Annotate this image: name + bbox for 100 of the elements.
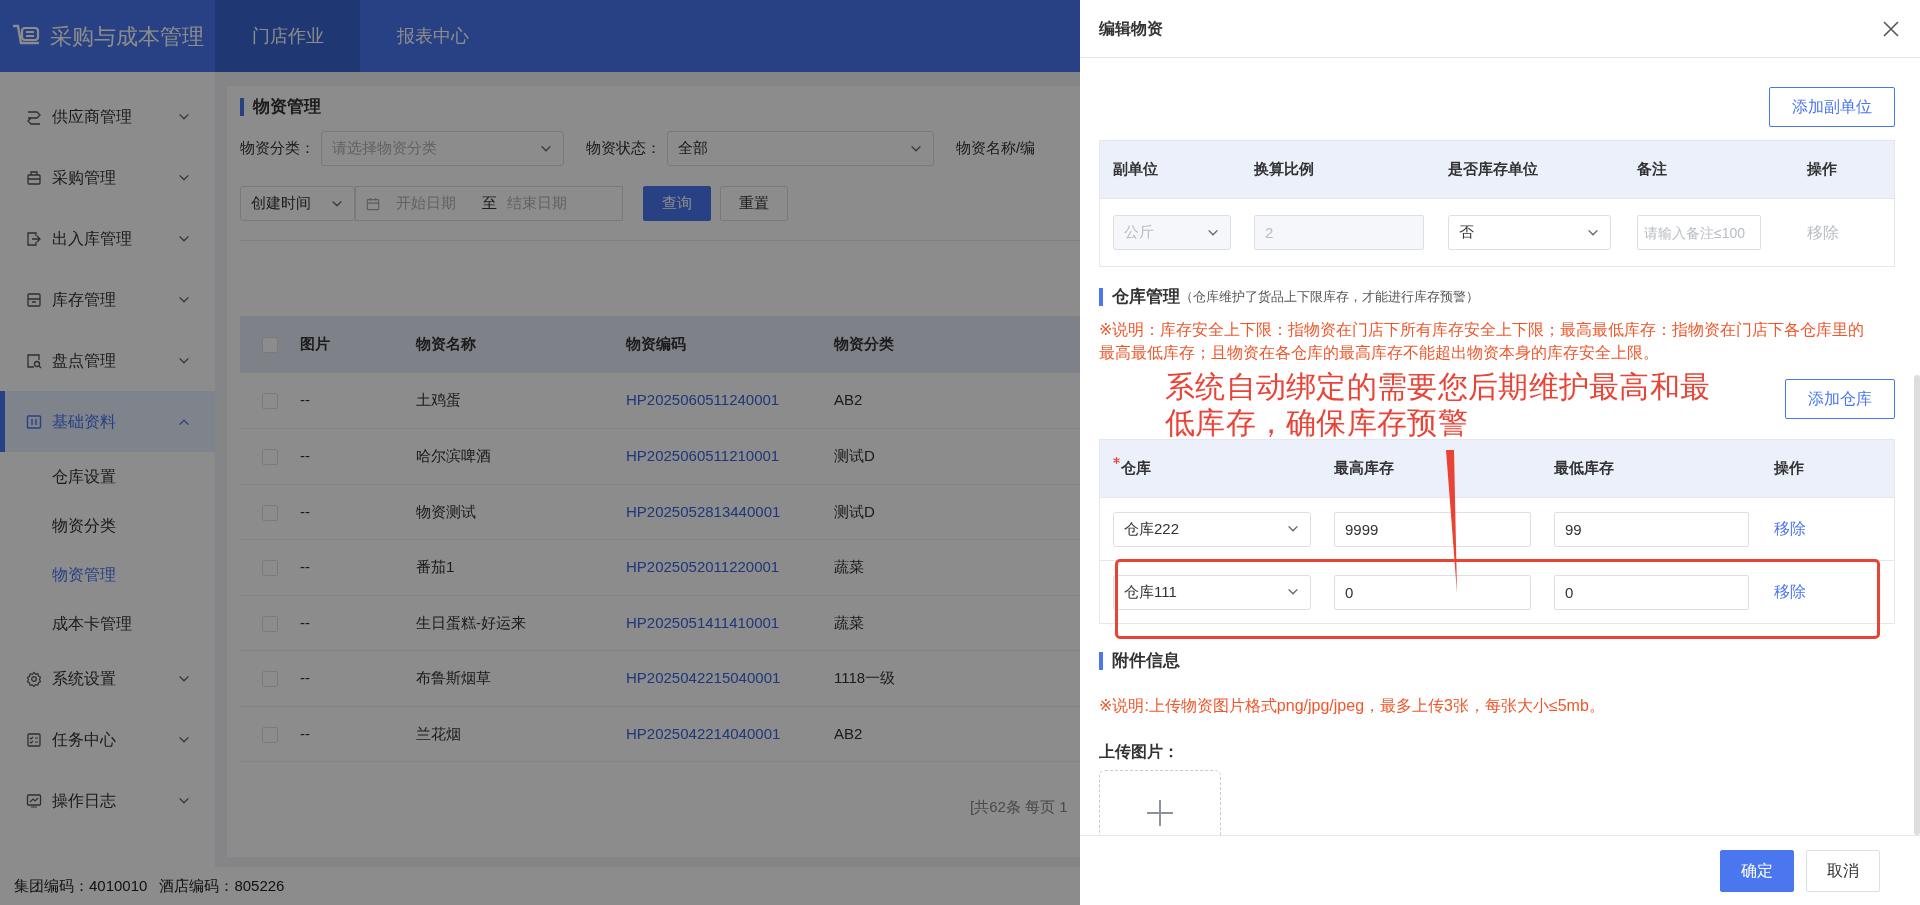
list-icon [26, 108, 42, 125]
sidebar-subitem[interactable]: 物资管理 [0, 550, 215, 599]
search-button[interactable]: 查询 [643, 186, 711, 221]
section-note: （仓库维护了货品上下限库存，才能进行库存预警） [1180, 288, 1479, 306]
column-header: 图片 [300, 335, 330, 353]
add-unit-button[interactable]: 添加副单位 [1769, 87, 1895, 127]
status-select[interactable]: 全部 [667, 131, 934, 166]
chart-icon [26, 792, 42, 809]
sidebar-item[interactable]: 操作日志 [0, 770, 215, 831]
column-header: 副单位 [1113, 159, 1159, 180]
column-header: 换算比例 [1254, 159, 1315, 180]
status-text: 集团编码：4010010 [14, 875, 148, 896]
sidebar-item[interactable]: 供应商管理 [0, 86, 215, 147]
sidebar-item[interactable]: 基础资料 [0, 391, 215, 452]
pagination-text: [共62条 每页 1 [970, 797, 1068, 817]
nav-tab[interactable]: 报表中心 [360, 0, 505, 72]
table-cell: 土鸡蛋 [416, 391, 461, 409]
column-header: 物资编码 [626, 335, 686, 353]
table-cell: 测试D [834, 502, 875, 520]
gear-icon [26, 670, 42, 687]
close-button[interactable] [1882, 19, 1900, 38]
panel-icon [26, 413, 42, 430]
table-cell: 生日蛋糕-好运来 [416, 613, 526, 631]
table-cell: AB2 [834, 724, 863, 742]
document-search-icon [26, 352, 42, 369]
table-cell: 兰花烟 [416, 724, 461, 742]
item-code-link[interactable]: HP2025052813440001 [626, 502, 781, 520]
section-title: 仓库管理 [1112, 288, 1180, 306]
column-header: 物资分类 [834, 335, 894, 353]
filter-label: 物资分类： [240, 138, 315, 159]
item-code-link[interactable]: HP2025042214040001 [626, 724, 781, 742]
column-header: 仓库 [1113, 457, 1321, 480]
max-stock-field[interactable]: 9999 [1334, 511, 1531, 547]
filter-label: 物资状态： [586, 138, 661, 159]
table-cell: -- [300, 391, 310, 409]
sidebar-item[interactable]: 采购管理 [0, 147, 215, 208]
table-cell: 测试D [834, 447, 875, 464]
table-cell: 蔬菜 [834, 613, 864, 631]
table-cell: -- [300, 724, 310, 742]
min-stock-field[interactable]: 99 [1554, 511, 1749, 547]
table-cell: -- [300, 669, 310, 686]
plus-icon [1146, 799, 1174, 827]
sidebar-subitem[interactable]: 物资分类 [0, 501, 215, 550]
table-cell: 蔬菜 [834, 558, 864, 575]
bag-icon [26, 169, 42, 186]
exit-icon [26, 230, 42, 247]
column-header: 物资名称 [416, 335, 476, 353]
sidebar-item[interactable]: 出入库管理 [0, 208, 215, 269]
item-code-link[interactable]: HP2025060511210001 [626, 447, 780, 464]
remove-button[interactable]: 移除 [1774, 580, 1894, 604]
calendar-icon [366, 196, 380, 211]
min-stock-field[interactable]: 0 [1554, 574, 1749, 610]
nav-tab[interactable]: 门店作业 [215, 0, 360, 72]
drawer-title: 编辑物资 [1099, 18, 1163, 39]
table-cell: -- [300, 558, 310, 575]
confirm-button[interactable]: 确定 [1720, 849, 1794, 892]
table-cell: 布鲁斯烟草 [416, 669, 491, 686]
table-cell: 哈尔滨啤酒 [416, 447, 491, 464]
item-code-link[interactable]: HP2025051411410001 [626, 613, 780, 631]
table-cell: AB2 [834, 391, 863, 409]
scrollbar-thumb[interactable] [1914, 375, 1920, 835]
column-header: 操作 [1774, 458, 1805, 479]
cancel-button[interactable]: 取消 [1806, 849, 1880, 892]
app-title: 采购与成本管理 [50, 22, 204, 51]
sidebar-item[interactable]: 盘点管理 [0, 330, 215, 391]
checklist-icon [26, 731, 42, 748]
column-header: 操作 [1807, 159, 1838, 180]
range-separator: 至 [482, 193, 497, 214]
column-header: 最高库存 [1334, 458, 1395, 479]
sidebar-subitem[interactable]: 仓库设置 [0, 452, 215, 501]
table-cell: -- [300, 613, 310, 631]
item-code-link[interactable]: HP2025052011220001 [626, 558, 780, 575]
section-title: 附件信息 [1112, 652, 1180, 670]
table-cell: -- [300, 447, 310, 464]
column-header: 备注 [1637, 159, 1668, 180]
max-stock-field[interactable]: 0 [1334, 574, 1531, 610]
add-warehouse-button[interactable]: 添加仓库 [1785, 379, 1895, 419]
item-code-link[interactable]: HP2025042215040001 [626, 669, 781, 686]
filter-label: 物资名称/编 [956, 138, 1036, 159]
upload-label: 上传图片： [1099, 742, 1180, 762]
remove-button[interactable]: 移除 [1774, 517, 1894, 541]
warehouse-select[interactable]: 仓库222 [1113, 511, 1311, 547]
date-type-select[interactable]: 创建时间 [240, 186, 355, 221]
table-cell: 1118一级 [834, 669, 896, 686]
sidebar-item[interactable]: 任务中心 [0, 709, 215, 770]
column-header: 最低库存 [1554, 458, 1615, 479]
table-cell: 物资测试 [416, 502, 476, 520]
close-icon [1882, 19, 1900, 38]
status-text: 酒店编码：805226 [159, 875, 285, 896]
sidebar-subitem[interactable]: 成本卡管理 [0, 599, 215, 648]
reset-button[interactable]: 重置 [720, 186, 788, 221]
sidebar-item[interactable]: 系统设置 [0, 648, 215, 709]
column-header: 是否库存单位 [1448, 159, 1539, 180]
attachment-note: ※说明:上传物资图片格式png/jpg/jpeg，最多上传3张，每张大小≤5mb。 [1099, 696, 1606, 716]
warehouse-select[interactable]: 仓库111 [1113, 574, 1311, 610]
item-code-link[interactable]: HP2025060511240001 [626, 391, 780, 409]
table-cell: -- [300, 502, 310, 520]
sidebar-item[interactable]: 库存管理 [0, 269, 215, 330]
explanation-text: ※说明：库存安全上下限：指物资在门店下所有库存安全上下限；最高最低库存：指物资在门店下各仓库里的最高最低库存；且物资在各仓库的最高库存不能超出物资本身的库存安全上限。 [1099, 320, 1866, 363]
table-cell: 番茄1 [416, 558, 455, 575]
